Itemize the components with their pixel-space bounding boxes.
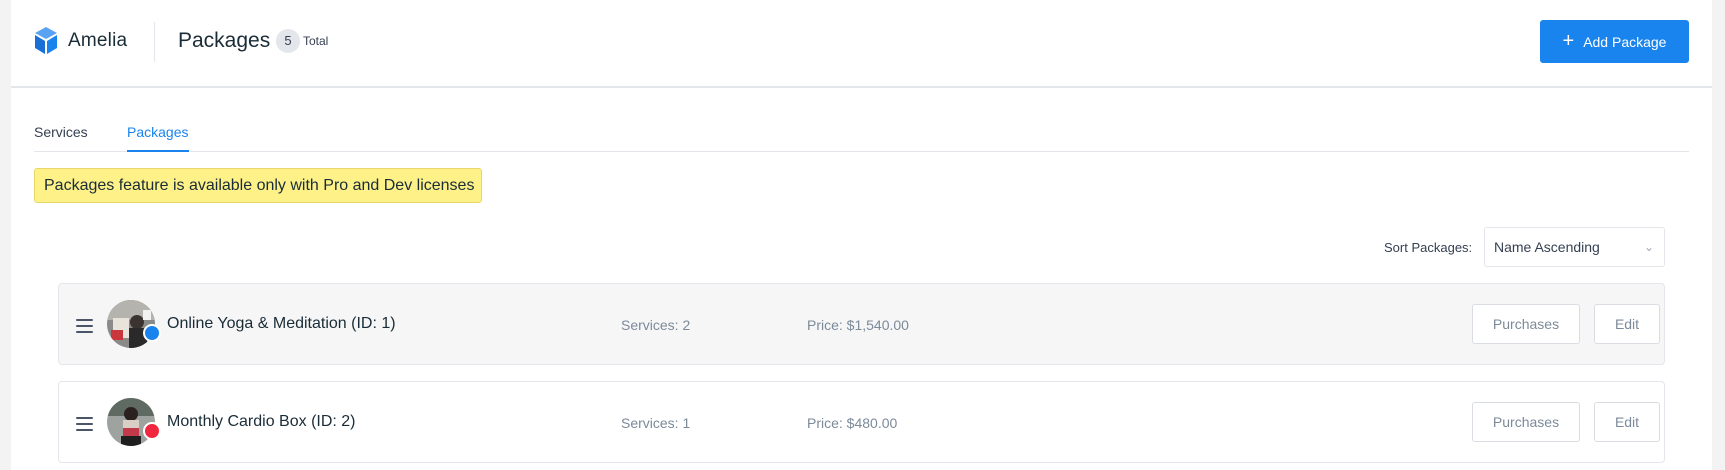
add-package-label: Add Package	[1583, 33, 1667, 50]
drag-handle-icon[interactable]	[76, 319, 93, 337]
logo-text: Amelia	[68, 30, 128, 51]
amelia-logo[interactable]: Amelia	[33, 27, 127, 55]
page: Amelia Packages 5 Total + Add Package Se…	[11, 0, 1712, 470]
package-color-dot	[143, 422, 161, 440]
tab-services[interactable]: Services	[34, 124, 88, 152]
tab-packages[interactable]: Packages	[127, 124, 189, 152]
package-row[interactable]: Online Yoga & Meditation (ID: 1) Service…	[58, 283, 1665, 365]
add-package-button[interactable]: + Add Package	[1540, 20, 1689, 63]
package-name: Monthly Cardio Box (ID: 2)	[167, 413, 356, 430]
sort-value: Name Ascending	[1494, 239, 1600, 255]
total-count-label: Total	[303, 34, 329, 48]
package-price: Price: $480.00	[807, 415, 898, 431]
chevron-down-icon: ⌄	[1643, 240, 1654, 254]
page-title: Packages	[178, 29, 271, 52]
purchases-button[interactable]: Purchases	[1472, 304, 1580, 344]
package-color-dot	[143, 324, 161, 342]
package-row[interactable]: Monthly Cardio Box (ID: 2) Services: 1 P…	[58, 381, 1665, 463]
package-services: Services: 2	[621, 317, 691, 333]
sort-packages-select[interactable]: Name Ascending ⌄	[1484, 227, 1665, 267]
sort-label: Sort Packages:	[1384, 240, 1473, 255]
package-price: Price: $1,540.00	[807, 317, 909, 333]
edit-button[interactable]: Edit	[1594, 402, 1660, 442]
amelia-logo-icon	[35, 27, 57, 54]
tab-bar: Services Packages	[34, 120, 1689, 152]
header-divider	[154, 22, 155, 62]
package-name: Online Yoga & Meditation (ID: 1)	[167, 315, 396, 332]
package-services: Services: 1	[621, 415, 691, 431]
plus-icon: +	[1562, 29, 1575, 52]
edit-button[interactable]: Edit	[1594, 304, 1660, 344]
drag-handle-icon[interactable]	[76, 417, 93, 435]
page-header: Amelia Packages 5 Total + Add Package	[11, 0, 1712, 88]
total-count-badge: 5	[276, 29, 300, 53]
license-notice: Packages feature is available only with …	[34, 168, 482, 203]
purchases-button[interactable]: Purchases	[1472, 402, 1580, 442]
